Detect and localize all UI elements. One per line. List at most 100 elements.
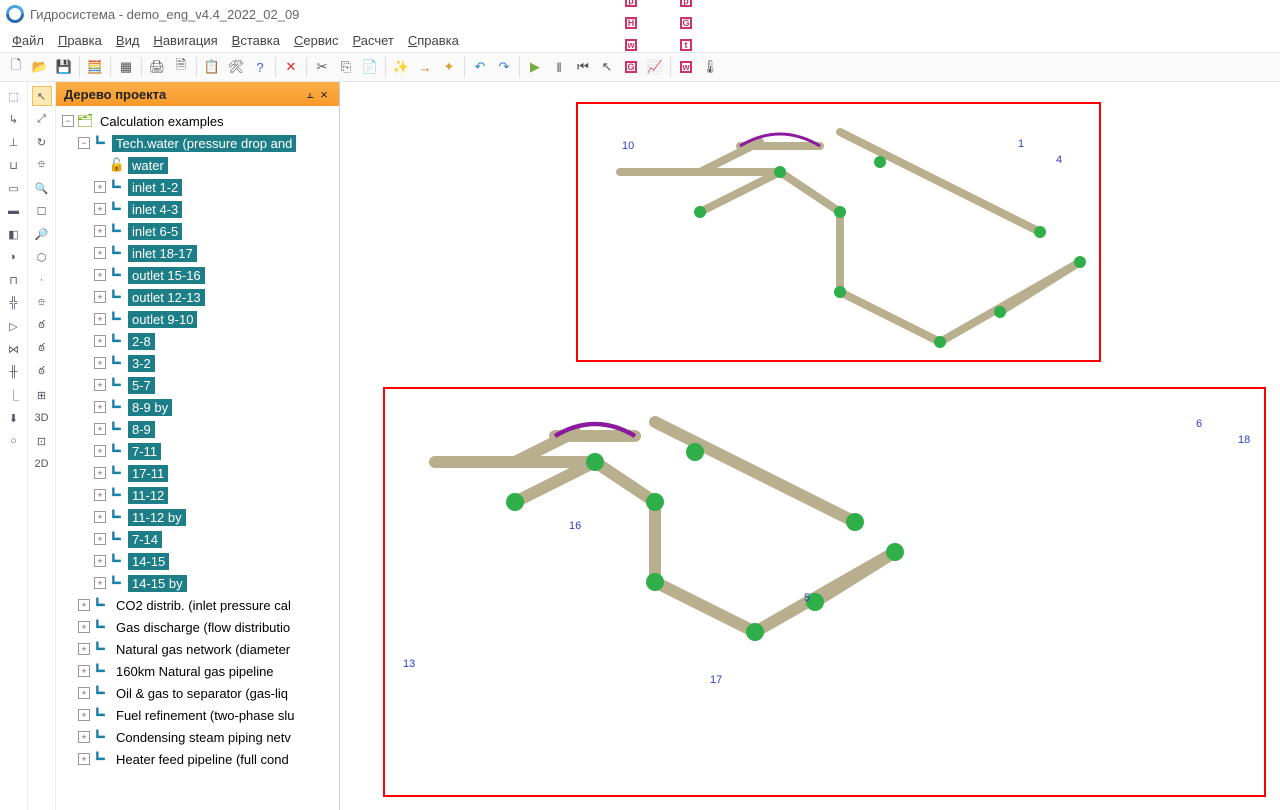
tree-item[interactable]: +┗╸11-12 (56, 484, 339, 506)
tool-25[interactable]: ఠ (32, 362, 52, 382)
calc-icon[interactable]: 🧮 (84, 56, 106, 78)
tool-24[interactable]: ╫ (4, 362, 24, 382)
cut-icon[interactable]: ✂ (311, 56, 333, 78)
tree-item[interactable]: +┗╸Condensing steam piping netv (56, 726, 339, 748)
tool-11[interactable]: ☐ (32, 201, 52, 221)
tree-item[interactable]: +┗╸inlet 1-2 (56, 176, 339, 198)
tool-31[interactable]: ⊡ (32, 431, 52, 451)
cursor-icon[interactable]: ↖ (596, 56, 618, 78)
tree-item[interactable]: +┗╸Oil & gas to separator (gas-liq (56, 682, 339, 704)
grid-icon[interactable]: ▦ (115, 56, 137, 78)
thermo-icon[interactable]: 🌡 (699, 56, 721, 78)
delete-icon[interactable]: ✕ (280, 56, 302, 78)
menu-Расчет[interactable]: Расчет (353, 33, 394, 48)
mode-p-button[interactable]: p (675, 0, 697, 12)
tool-5[interactable]: ↻ (32, 132, 52, 152)
tool-28[interactable]: ⬇ (4, 408, 24, 428)
save-icon[interactable]: 💾 (53, 56, 75, 78)
tool-30[interactable]: ○ (4, 431, 24, 451)
undo-icon[interactable]: ↶ (469, 56, 491, 78)
tool-32[interactable] (4, 454, 24, 474)
menu-Справка[interactable]: Справка (408, 33, 459, 48)
mode-G-button[interactable]: G (620, 56, 642, 78)
tool-7[interactable]: ⯐ (32, 155, 52, 175)
new-icon[interactable]: 🗋 (5, 56, 27, 78)
help-icon[interactable]: ? (249, 56, 271, 78)
tool-20[interactable]: ▷ (4, 316, 24, 336)
redo-icon[interactable]: ↷ (493, 56, 515, 78)
tree-item[interactable]: −🗂Calculation examples (56, 110, 339, 132)
tree-item[interactable]: +┗╸14-15 (56, 550, 339, 572)
tool-29[interactable]: 3D (32, 408, 52, 428)
tree-item[interactable]: 🔓water (56, 154, 339, 176)
preview-icon[interactable]: 🗎 (170, 56, 192, 78)
mode-H-button[interactable]: H (620, 12, 642, 34)
tree-item[interactable]: +┗╸inlet 6-5 (56, 220, 339, 242)
wand2-icon[interactable]: ✦ (438, 56, 460, 78)
tool-4[interactable]: ⊥ (4, 132, 24, 152)
tree-item[interactable]: +┗╸outlet 12-13 (56, 286, 339, 308)
tree-item[interactable]: +┗╸160km Natural gas pipeline (56, 660, 339, 682)
mode-t-button[interactable]: t (675, 34, 697, 56)
tool-12[interactable]: ◧ (4, 224, 24, 244)
mode-G-button[interactable]: G (675, 12, 697, 34)
tool-19[interactable]: ⯐ (32, 293, 52, 313)
tool-13[interactable]: 🔎 (32, 224, 52, 244)
project-tree[interactable]: −🗂Calculation examples−┗╸Tech.water (pre… (56, 106, 339, 810)
tree-item[interactable]: +┗╸Fuel refinement (two-phase slu (56, 704, 339, 726)
tool-3[interactable]: ⤢ (32, 109, 52, 129)
tree-item[interactable]: +┗╸14-15 by (56, 572, 339, 594)
tool-33[interactable]: 2D (32, 454, 52, 474)
tool-17[interactable]: · (32, 270, 52, 290)
tool-15[interactable]: ⬡ (32, 247, 52, 267)
tree-item[interactable]: −┗╸Tech.water (pressure drop and (56, 132, 339, 154)
pin-icon[interactable]: ⫠ (303, 86, 317, 102)
menu-Правка[interactable]: Правка (58, 33, 102, 48)
tool-22[interactable]: ⋈ (4, 339, 24, 359)
tree-item[interactable]: +┗╸11-12 by (56, 506, 339, 528)
tree-item[interactable]: +┗╸inlet 18-17 (56, 242, 339, 264)
tool-18[interactable]: ╬ (4, 293, 24, 313)
tool-26[interactable]: ⎿ (4, 385, 24, 405)
tree-item[interactable]: +┗╸7-11 (56, 440, 339, 462)
copy-icon[interactable]: 📋 (201, 56, 223, 78)
paste-icon[interactable]: 📄 (359, 56, 381, 78)
tool-9[interactable]: 🔍 (32, 178, 52, 198)
tool-27[interactable]: ⊞ (32, 385, 52, 405)
tree-item[interactable]: +┗╸inlet 4-3 (56, 198, 339, 220)
tool-21[interactable]: ఠ (32, 316, 52, 336)
open-icon[interactable]: 📂 (29, 56, 51, 78)
tree-item[interactable]: +┗╸CO2 distrib. (inlet pressure cal (56, 594, 339, 616)
tree-item[interactable]: +┗╸Gas discharge (flow distributio (56, 616, 339, 638)
wand-icon[interactable]: ✨ (390, 56, 412, 78)
tree-item[interactable]: +┗╸Heater feed pipeline (full cond (56, 748, 339, 770)
tools-icon[interactable]: 🛠 (225, 56, 247, 78)
tool-2[interactable]: ↳ (4, 109, 24, 129)
mode-w-button[interactable]: w (675, 56, 697, 78)
tool-1[interactable]: ↖ (32, 86, 52, 106)
tree-item[interactable]: +┗╸8-9 by (56, 396, 339, 418)
play-icon[interactable]: ▶ (524, 56, 546, 78)
tree-item[interactable]: +┗╸outlet 9-10 (56, 308, 339, 330)
chart-icon[interactable]: 📈 (644, 56, 666, 78)
tree-item[interactable]: +┗╸2-8 (56, 330, 339, 352)
viewport-3d[interactable]: 10141661813517 (340, 82, 1280, 810)
tool-23[interactable]: ఠ (32, 339, 52, 359)
tool-14[interactable]: ◗ (4, 247, 24, 267)
menu-Вставка[interactable]: Вставка (232, 33, 280, 48)
menu-Файл[interactable]: Файл (12, 33, 44, 48)
tree-item[interactable]: +┗╸8-9 (56, 418, 339, 440)
menu-Вид[interactable]: Вид (116, 33, 140, 48)
menu-Навигация[interactable]: Навигация (153, 33, 217, 48)
arrow-icon[interactable]: → (414, 56, 436, 78)
mode-w-button[interactable]: w (620, 34, 642, 56)
pause-icon[interactable]: ‖ (548, 56, 570, 78)
print-icon[interactable]: 🖨 (146, 56, 168, 78)
close-panel-icon[interactable]: × (317, 87, 331, 102)
tool-0[interactable]: ⬚ (4, 86, 24, 106)
tool-8[interactable]: ▭ (4, 178, 24, 198)
prev-icon[interactable]: ⏮ (572, 56, 594, 78)
copy2-icon[interactable]: ⎘ (335, 56, 357, 78)
mode-p-button[interactable]: p (620, 0, 642, 12)
tool-10[interactable]: ▬ (4, 201, 24, 221)
